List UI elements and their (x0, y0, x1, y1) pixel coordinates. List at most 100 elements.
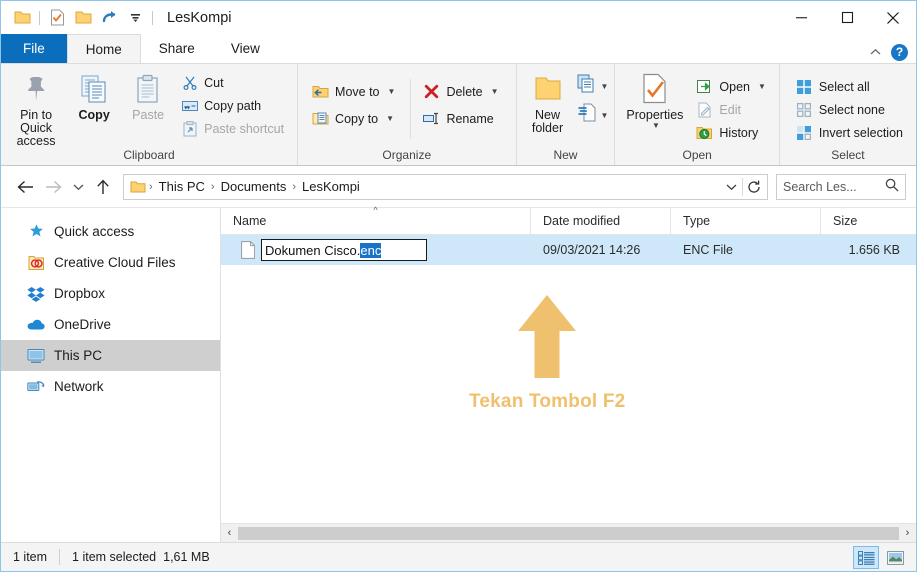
close-button[interactable] (870, 1, 916, 34)
delete-caret-icon[interactable]: ▼ (491, 87, 499, 96)
easy-access-button[interactable]: ▼ (577, 103, 609, 127)
recent-locations-button[interactable] (67, 173, 89, 201)
qat-folder-icon[interactable] (9, 6, 35, 30)
cut-button[interactable]: Cut (179, 72, 289, 93)
tab-home[interactable]: Home (66, 34, 141, 63)
file-type: ENC File (683, 243, 734, 257)
tab-view[interactable]: View (213, 34, 278, 63)
qat-undo-icon[interactable] (96, 6, 122, 30)
select-none-icon (796, 101, 813, 118)
move-to-button[interactable]: Move to ▼ (310, 81, 400, 102)
properties-caret-icon[interactable]: ▼ (652, 121, 660, 130)
edit-button[interactable]: Edit (694, 99, 771, 120)
sidebar-item-network[interactable]: Network (1, 371, 220, 402)
sidebar-item-creative-cloud-files[interactable]: Creative Cloud Files (1, 247, 220, 278)
scroll-right-button[interactable]: › (899, 523, 916, 543)
qat-new-folder-icon[interactable] (70, 6, 96, 30)
up-button[interactable] (89, 173, 117, 201)
rename-input[interactable]: Dokumen Cisco. enc (261, 239, 427, 261)
column-header-type[interactable]: Type (671, 207, 821, 235)
delete-label: Delete (446, 84, 483, 99)
breadcrumb-bar[interactable]: › This PC › Documents › LesKompi (123, 173, 768, 200)
scrollbar-track[interactable] (238, 523, 899, 543)
file-list-pane: ^ Name Date modified Type Size Dokumen C… (221, 204, 916, 543)
column-header-name[interactable]: ^ Name (221, 204, 531, 235)
new-item-button[interactable]: ▼ (577, 74, 609, 98)
column-header-date-modified[interactable]: Date modified (531, 207, 671, 235)
copy-icon (80, 71, 108, 107)
sidebar-label-dropbox: Dropbox (54, 286, 106, 301)
move-to-label: Move to (335, 84, 380, 99)
move-to-caret-icon[interactable]: ▼ (388, 87, 396, 96)
paste-label: Paste (132, 108, 165, 122)
rename-button[interactable]: Rename (421, 108, 503, 129)
file-name-cell: Dokumen Cisco. enc (221, 239, 531, 261)
easy-access-caret-icon[interactable]: ▼ (601, 111, 609, 120)
copy-button[interactable]: Copy (67, 67, 121, 122)
invert-selection-icon (796, 124, 813, 141)
horizontal-scrollbar[interactable]: ‹ › (221, 523, 916, 543)
delete-button[interactable]: Delete ▼ (421, 81, 503, 102)
new-item-caret-icon[interactable]: ▼ (601, 82, 609, 91)
collapse-ribbon-chevron-icon[interactable] (870, 43, 881, 61)
sidebar-label-this-pc: This PC (54, 348, 103, 363)
table-row[interactable]: Dokumen Cisco. enc 09/03/2021 14:26 ENC F… (221, 235, 916, 265)
address-dropdown-button[interactable] (720, 175, 742, 199)
copy-to-caret-icon[interactable]: ▼ (386, 114, 394, 123)
column-header-type-label: Type (683, 214, 711, 228)
details-view-button[interactable] (853, 546, 879, 569)
qat-customize-chevron-icon[interactable] (122, 6, 148, 30)
paste-shortcut-button[interactable]: Paste shortcut (179, 118, 289, 139)
open-button[interactable]: Open ▼ (694, 76, 771, 97)
paste-button[interactable]: Paste (121, 67, 175, 122)
pin-to-quick-access-button[interactable]: Pin to Quick access (5, 67, 67, 148)
search-icon[interactable] (885, 178, 899, 195)
scrollbar-thumb[interactable] (238, 526, 899, 540)
breadcrumb-item-leskompi[interactable]: LesKompi (297, 179, 365, 194)
sidebar-item-quick-access[interactable]: Quick access (1, 216, 220, 247)
maximize-button[interactable] (824, 1, 870, 34)
this-pc-icon (27, 347, 45, 365)
qat-properties-icon[interactable] (44, 6, 70, 30)
breadcrumb-item-documents[interactable]: Documents (216, 179, 292, 194)
large-icons-view-button[interactable] (882, 546, 908, 569)
paste-icon (136, 71, 160, 107)
copy-path-button[interactable]: Copy path (179, 95, 289, 116)
forward-button[interactable] (39, 173, 67, 201)
sidebar-item-dropbox[interactable]: Dropbox (1, 278, 220, 309)
copy-to-label: Copy to (335, 111, 379, 126)
title-bar: LesKompi (1, 1, 916, 34)
caption-buttons (778, 1, 916, 34)
status-divider (59, 549, 61, 565)
tab-file[interactable]: File (1, 34, 67, 63)
minimize-button[interactable] (778, 1, 824, 34)
dropbox-icon (27, 285, 45, 303)
history-icon (696, 124, 713, 141)
file-explorer-window: LesKompi File Home Share View ? Pin to Q… (0, 0, 917, 572)
sort-ascending-caret-icon: ^ (373, 204, 378, 215)
invert-selection-button[interactable]: Invert selection (794, 122, 908, 143)
back-button[interactable] (11, 173, 39, 201)
view-buttons (853, 543, 908, 572)
help-button[interactable]: ? (891, 43, 908, 61)
select-all-button[interactable]: Select all (794, 76, 908, 97)
new-folder-button[interactable]: New folder (521, 67, 575, 135)
file-list-area: Dokumen Cisco. enc 09/03/2021 14:26 ENC F… (221, 235, 916, 523)
sidebar-item-onedrive[interactable]: OneDrive (1, 309, 220, 340)
copy-label: Copy (78, 108, 110, 122)
properties-button[interactable]: Properties ▼ (619, 67, 690, 130)
clipboard-small-commands: Cut Copy path Paste shortcut (175, 67, 293, 139)
copy-to-button[interactable]: Copy to ▼ (310, 108, 400, 129)
open-icon (696, 78, 713, 95)
group-label-organize: Organize (382, 148, 432, 162)
breadcrumb-item-this-pc[interactable]: This PC (154, 179, 210, 194)
select-none-button[interactable]: Select none (794, 99, 908, 120)
search-input[interactable]: Search Les... (776, 173, 906, 200)
scroll-left-button[interactable]: ‹ (221, 523, 238, 543)
tab-share[interactable]: Share (141, 34, 213, 63)
column-header-size[interactable]: Size (821, 208, 916, 235)
history-button[interactable]: History (694, 122, 771, 143)
open-caret-icon[interactable]: ▼ (758, 82, 766, 91)
sidebar-item-this-pc[interactable]: This PC (1, 340, 220, 371)
refresh-button[interactable] (743, 175, 765, 199)
